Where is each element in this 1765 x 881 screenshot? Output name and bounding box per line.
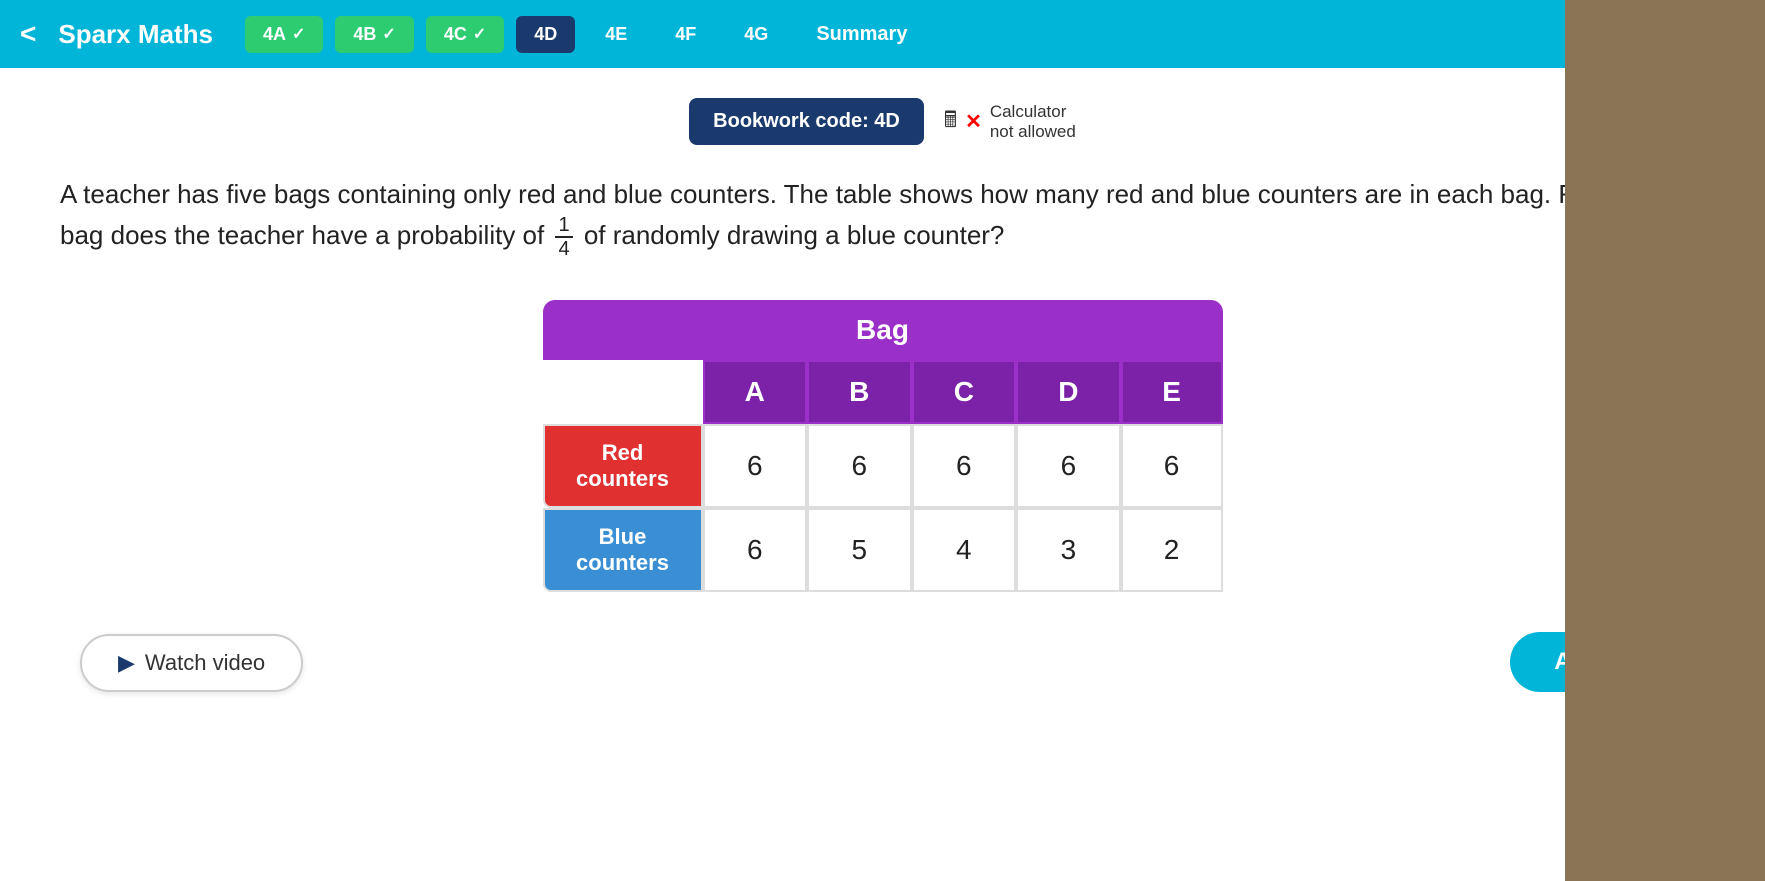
red-D: 6: [1016, 424, 1121, 508]
tab-4C[interactable]: 4C ✓: [426, 16, 504, 53]
calculator-x-icon: ✕: [965, 109, 982, 134]
blue-E: 2: [1121, 508, 1223, 592]
col-E: E: [1121, 360, 1223, 424]
watch-video-label: Watch video: [145, 650, 265, 676]
tab-4C-check: ✓: [473, 24, 486, 44]
bookwork-area: Bookwork code: 4D 🖩 ✕ Calculator not all…: [60, 98, 1705, 145]
red-counters-row: Red counters 6 6 6 6 6: [543, 424, 1223, 508]
question-part2: of randomly drawing a blue counter?: [584, 220, 1005, 250]
blue-C: 4: [912, 508, 1017, 592]
col-header-row: A B C D E: [543, 360, 1223, 424]
top-bar: < Sparx Maths 4A ✓ 4B ✓ 4C ✓ 4D 4E 4F 4G…: [0, 0, 1765, 68]
blue-D: 3: [1016, 508, 1121, 592]
red-counters-label: Red counters: [543, 424, 703, 508]
bag-header-row: Bag: [543, 300, 1223, 360]
red-E: 6: [1121, 424, 1223, 508]
bottom-row: ▶ Watch video Answer: [60, 632, 1705, 692]
blue-counters-row: Blue counters 6 5 4 3 2: [543, 508, 1223, 592]
red-C: 6: [912, 424, 1017, 508]
tab-4G[interactable]: 4G: [726, 16, 786, 53]
red-A: 6: [703, 424, 808, 508]
tab-4D[interactable]: 4D: [516, 16, 575, 53]
col-D: D: [1016, 360, 1121, 424]
bag-table: Bag A B C D E Red counters 6 6 6 6: [543, 300, 1223, 592]
tab-4E-label: 4E: [605, 24, 627, 45]
brand-title: Sparx Maths: [58, 19, 213, 50]
question-text: A teacher has five bags containing only …: [60, 175, 1705, 260]
fraction-numerator: 1: [555, 214, 572, 238]
watch-video-button[interactable]: ▶ Watch video: [80, 634, 303, 692]
tab-4E[interactable]: 4E: [587, 16, 645, 53]
col-C: C: [912, 360, 1017, 424]
tab-4A-label: 4A: [263, 24, 286, 45]
tab-4F[interactable]: 4F: [657, 16, 714, 53]
fraction: 1 4: [555, 214, 572, 260]
tab-4C-label: 4C: [444, 24, 467, 45]
right-photo-area: [1565, 0, 1765, 881]
not-allowed-label: not allowed: [990, 122, 1076, 142]
col-B: B: [807, 360, 912, 424]
main-content: Bookwork code: 4D 🖩 ✕ Calculator not all…: [0, 68, 1765, 881]
back-button[interactable]: <: [20, 18, 36, 50]
blue-counters-label: Blue counters: [543, 508, 703, 592]
tab-4B-check: ✓: [382, 24, 395, 44]
video-icon: ▶: [118, 650, 135, 676]
tab-4B-label: 4B: [353, 24, 376, 45]
calculator-notice: 🖩 ✕ Calculator not allowed: [944, 102, 1076, 142]
tab-4F-label: 4F: [675, 24, 696, 45]
calculator-text-block: Calculator not allowed: [990, 102, 1076, 142]
tab-4B[interactable]: 4B ✓: [335, 16, 413, 53]
tab-summary[interactable]: Summary: [798, 15, 925, 54]
calculator-icon: 🖩: [944, 103, 957, 141]
bookwork-code: Bookwork code: 4D: [689, 98, 924, 145]
tab-4D-label: 4D: [534, 24, 557, 45]
tab-4A[interactable]: 4A ✓: [245, 16, 323, 53]
col-A: A: [703, 360, 808, 424]
calculator-label: Calculator: [990, 102, 1076, 122]
table-container: Bag A B C D E Red counters 6 6 6 6: [60, 300, 1705, 592]
bag-header-cell: Bag: [543, 300, 1223, 360]
blue-A: 6: [703, 508, 808, 592]
red-B: 6: [807, 424, 912, 508]
blue-B: 5: [807, 508, 912, 592]
tab-4A-check: ✓: [292, 24, 305, 44]
fraction-denominator: 4: [555, 238, 572, 260]
tab-4G-label: 4G: [744, 24, 768, 45]
tab-summary-label: Summary: [816, 23, 907, 46]
col-empty: [543, 360, 703, 424]
